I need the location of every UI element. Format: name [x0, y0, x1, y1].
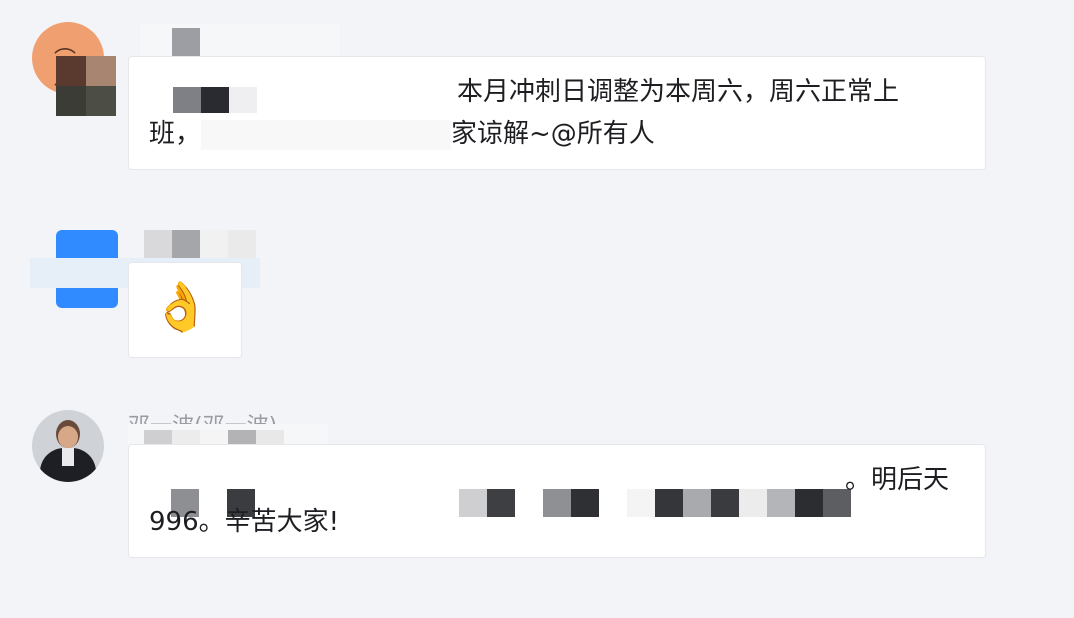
message-text-start: 班， — [149, 119, 202, 149]
blurred-text — [201, 119, 452, 150]
message-bubble[interactable]: 。明后天 996。辛苦大家! — [128, 444, 986, 558]
person-photo-avatar-icon[interactable] — [32, 410, 104, 482]
blurred-name — [140, 24, 340, 60]
message-text-line2: 班， 家谅解~@所有人 — [149, 115, 655, 153]
message-text-end: 家谅解~@所有人 — [451, 119, 655, 149]
message-text-line1: 。明后天 — [845, 465, 950, 495]
face-shape — [58, 426, 78, 448]
message-text-line2: 996。辛苦大家! — [149, 507, 340, 537]
text-mosaic — [173, 87, 257, 113]
name-mosaic — [144, 230, 256, 258]
message-bubble[interactable]: 本月冲刺日调整为本周六，周六正常上 班， 家谅解~@所有人 — [128, 56, 986, 170]
shirt-shape — [62, 448, 74, 466]
name-mosaic — [172, 28, 200, 56]
emoji-message-bubble[interactable]: 👌 — [128, 262, 242, 358]
message-text-line1: 本月冲刺日调整为本周六，周六正常上 — [457, 77, 900, 107]
avatar-mosaic — [56, 56, 116, 116]
ok-hand-emoji: 👌 — [151, 279, 211, 335]
text-mosaic — [459, 489, 851, 517]
